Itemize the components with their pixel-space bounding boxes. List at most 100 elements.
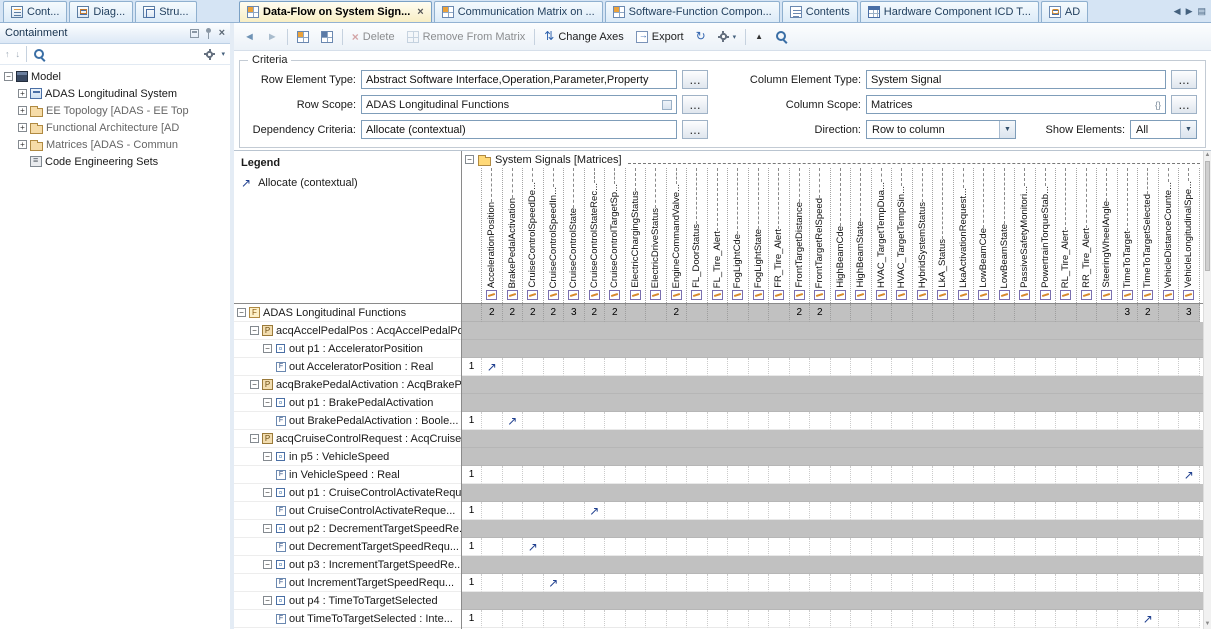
matrix-cell[interactable] (564, 466, 585, 484)
matrix-row-header[interactable]: out IncrementTargetSpeedRequ... (234, 574, 461, 592)
matrix-cell[interactable] (687, 538, 708, 556)
matrix-cell[interactable]: 2 (523, 304, 544, 322)
matrix-cell[interactable] (1159, 610, 1180, 628)
matrix-cell[interactable] (995, 502, 1016, 520)
matrix-cell[interactable] (872, 358, 893, 376)
panel-tab-cont[interactable]: Cont... (3, 1, 67, 22)
matrix-row-header[interactable]: out DecrementTargetSpeedRequ... (234, 538, 461, 556)
expand-all-icon[interactable]: ↓ (16, 49, 21, 59)
matrix-cell[interactable] (585, 466, 606, 484)
matrix-cell[interactable] (892, 304, 913, 322)
column-header[interactable]: VehicleDistanceCounte... (1159, 168, 1180, 303)
column-header[interactable]: FrontTargetRelSpeed (810, 168, 831, 303)
forward-button[interactable]: ► (264, 29, 281, 45)
matrix-cell[interactable] (1036, 502, 1057, 520)
matrix-cell[interactable] (995, 304, 1016, 322)
column-element-type-input[interactable] (866, 70, 1166, 89)
direction-select[interactable]: Row to column ▼ (866, 120, 1016, 139)
column-header[interactable]: FrontTargetDistance (790, 168, 811, 303)
matrix-cell[interactable] (646, 304, 667, 322)
matrix-cell[interactable] (810, 358, 831, 376)
matrix-cell[interactable] (564, 538, 585, 556)
matrix-cell[interactable] (872, 502, 893, 520)
matrix-cell[interactable] (1159, 502, 1180, 520)
matrix-cell[interactable] (1138, 574, 1159, 592)
matrix-cell[interactable] (626, 358, 647, 376)
matrix-cell[interactable] (1138, 412, 1159, 430)
matrix-cell[interactable] (954, 538, 975, 556)
matrix-cell[interactable] (995, 610, 1016, 628)
matrix-cell[interactable] (523, 412, 544, 430)
matrix-cell[interactable] (974, 574, 995, 592)
matrix-cell[interactable] (1179, 502, 1200, 520)
matrix-cell[interactable] (810, 610, 831, 628)
expander-icon[interactable]: + (18, 123, 27, 132)
editor-tab[interactable]: Hardware Component ICD T... (860, 1, 1039, 22)
expander-icon[interactable]: − (250, 380, 259, 389)
matrix-cell[interactable] (544, 502, 565, 520)
dependency-criteria-more-button[interactable]: ... (682, 120, 708, 139)
matrix-row-header[interactable]: −out p4 : TimeToTargetSelected (234, 592, 461, 610)
matrix-cell[interactable] (1077, 358, 1098, 376)
matrix-cell[interactable] (1097, 574, 1118, 592)
matrix-row-header[interactable]: −out p2 : DecrementTargetSpeedRe... (234, 520, 461, 538)
expander-icon[interactable]: − (263, 560, 272, 569)
column-header[interactable]: RR_Tire_Alert (1077, 168, 1098, 303)
matrix-cell[interactable] (913, 538, 934, 556)
refresh-button[interactable]: ↻ (693, 29, 709, 44)
matrix-cell[interactable] (1159, 538, 1180, 556)
expander-icon[interactable]: − (250, 434, 259, 443)
matrix-cell[interactable] (954, 304, 975, 322)
matrix-cell[interactable] (810, 466, 831, 484)
matrix-cell[interactable] (1159, 412, 1180, 430)
matrix-cell[interactable] (564, 358, 585, 376)
matrix-cell[interactable] (482, 502, 503, 520)
matrix-cell[interactable] (482, 574, 503, 592)
matrix-cell[interactable]: 2 (810, 304, 831, 322)
search-icon[interactable] (33, 48, 46, 61)
matrix-cell[interactable] (892, 412, 913, 430)
matrix-cell[interactable] (831, 358, 852, 376)
scroll-up-icon[interactable]: ▲ (1204, 151, 1211, 160)
matrix-cell[interactable] (954, 574, 975, 592)
matrix-cell[interactable] (482, 466, 503, 484)
matrix-cell[interactable] (667, 358, 688, 376)
matrix-cell[interactable] (954, 466, 975, 484)
matrix-cell[interactable] (933, 466, 954, 484)
matrix-cell[interactable] (605, 466, 626, 484)
column-group-header[interactable]: − System Signals [Matrices] (462, 151, 1203, 168)
matrix-cell[interactable] (892, 358, 913, 376)
matrix-cell[interactable] (523, 574, 544, 592)
matrix-cell[interactable] (1036, 538, 1057, 556)
matrix-cell[interactable]: ↗ (585, 502, 606, 520)
tab-list-icon[interactable]: ▤ (1197, 6, 1206, 17)
matrix-cell[interactable] (646, 502, 667, 520)
matrix-row-header[interactable]: −acqBrakePedalActivation : AcqBrakePe... (234, 376, 461, 394)
matrix-cell[interactable]: 2 (1138, 304, 1159, 322)
matrix-cell[interactable] (851, 412, 872, 430)
expander-icon[interactable]: − (4, 72, 13, 81)
expander-icon[interactable]: − (263, 524, 272, 533)
row-element-type-more-button[interactable]: ... (682, 70, 708, 89)
tree-item[interactable]: +ADAS Longitudinal System (0, 85, 230, 102)
matrix-cell[interactable] (1077, 610, 1098, 628)
export-button[interactable]: Export (633, 29, 687, 45)
matrix-cell[interactable] (1118, 574, 1139, 592)
matrix-cell[interactable] (831, 304, 852, 322)
matrix-cell[interactable] (503, 610, 524, 628)
matrix-cell[interactable] (646, 574, 667, 592)
column-header[interactable]: CruiseControlState (564, 168, 585, 303)
matrix-cell[interactable] (974, 538, 995, 556)
matrix-cell[interactable]: 2 (544, 304, 565, 322)
matrix-cell[interactable] (913, 358, 934, 376)
matrix-cell[interactable] (1097, 502, 1118, 520)
caret-down-icon[interactable]: ▾ (221, 50, 225, 58)
matrix-cell[interactable] (667, 610, 688, 628)
matrix-cell[interactable] (1015, 502, 1036, 520)
matrix-cell[interactable] (851, 466, 872, 484)
matrix-cell[interactable] (667, 538, 688, 556)
matrix-cell[interactable] (790, 502, 811, 520)
column-header[interactable]: HybridSystemStatus (913, 168, 934, 303)
matrix-cell[interactable] (769, 412, 790, 430)
matrix-cell[interactable] (687, 502, 708, 520)
